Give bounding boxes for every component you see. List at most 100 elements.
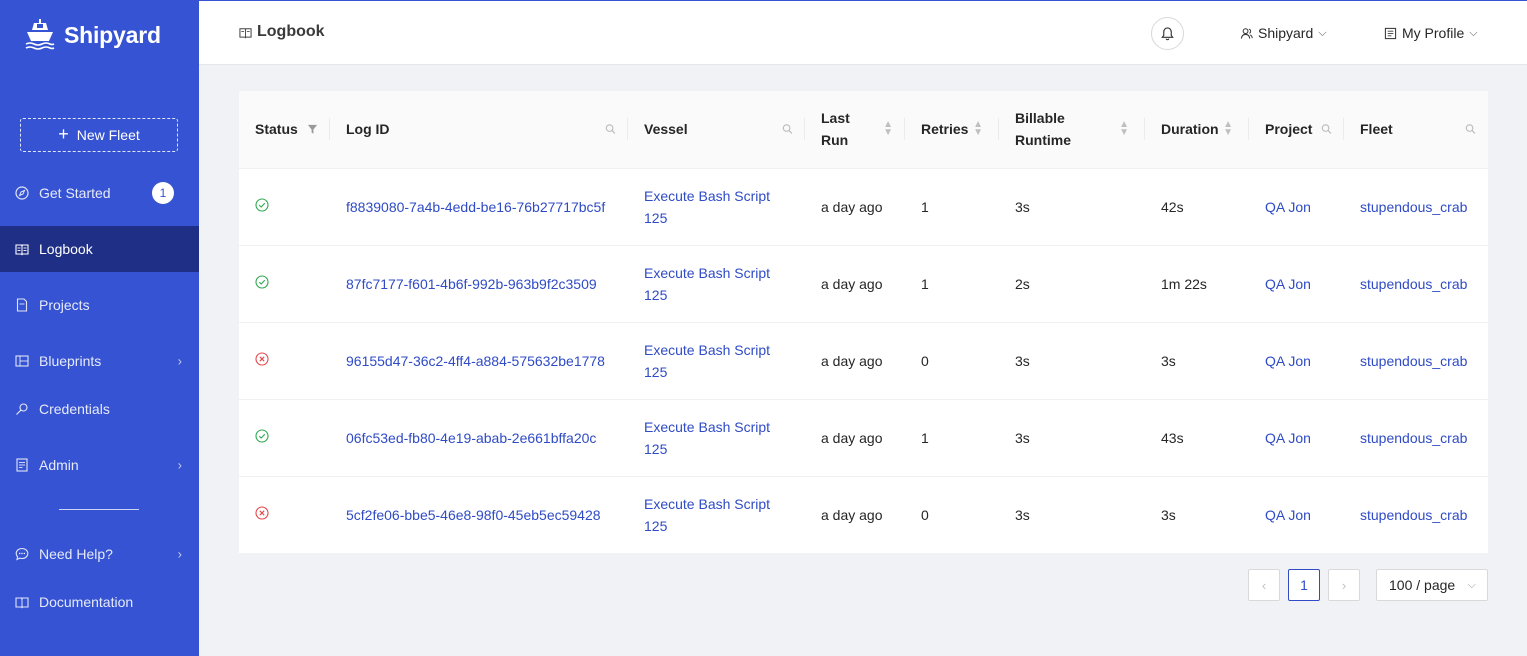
cell-project[interactable]: QA Jon xyxy=(1249,322,1344,400)
column-header-log-id[interactable]: Log ID xyxy=(330,91,628,169)
previous-page-button[interactable]: ‹ xyxy=(1248,569,1280,601)
table-row[interactable]: 5cf2fe06-bbe5-46e8-98f0-45eb5ec59428 Exec… xyxy=(239,476,1488,553)
sidebar: Shipyard + New Fleet Get Started 1 Logbo… xyxy=(0,0,199,656)
log-id-value[interactable]: 87fc7177-f601-4b6f-992b-963b9f2c3509 xyxy=(346,276,597,292)
duration-value: 1m 22s xyxy=(1161,275,1207,292)
fleet-value[interactable]: stupendous_crab xyxy=(1360,507,1467,523)
cell-log-id[interactable]: f8839080-7a4b-4edd-be16-76b27717bc5f xyxy=(330,168,628,246)
cell-vessel[interactable]: Execute Bash Script 125 xyxy=(628,168,805,246)
cell-log-id[interactable]: 87fc7177-f601-4b6f-992b-963b9f2c3509 xyxy=(330,245,628,323)
project-value[interactable]: QA Jon xyxy=(1265,430,1311,446)
vessel-value[interactable]: Execute Bash Script 125 xyxy=(644,265,770,303)
column-header-fleet[interactable]: Fleet xyxy=(1344,91,1488,169)
cell-project[interactable]: QA Jon xyxy=(1249,399,1344,477)
key-icon xyxy=(15,402,29,416)
page-1-button[interactable]: 1 xyxy=(1288,569,1320,601)
cell-vessel[interactable]: Execute Bash Script 125 xyxy=(628,245,805,323)
column-header-project[interactable]: Project xyxy=(1249,91,1344,169)
cell-fleet[interactable]: stupendous_crab xyxy=(1344,322,1488,400)
cell-fleet[interactable]: stupendous_crab xyxy=(1344,245,1488,323)
check-circle-icon xyxy=(255,274,269,289)
vessel-value[interactable]: Execute Bash Script 125 xyxy=(644,419,770,457)
filter-icon[interactable] xyxy=(307,124,318,135)
next-page-button[interactable]: › xyxy=(1328,569,1360,601)
table-row[interactable]: 06fc53ed-fb80-4e19-abab-2e661bffa20c Exec… xyxy=(239,399,1488,477)
ship-logo-icon xyxy=(25,19,55,50)
search-icon[interactable] xyxy=(605,124,616,135)
sidebar-item-get-started[interactable]: Get Started 1 xyxy=(0,170,199,216)
cell-fleet[interactable]: stupendous_crab xyxy=(1344,476,1488,553)
sort-icon[interactable]: ▲ ▼ xyxy=(883,120,893,138)
cell-project[interactable]: QA Jon xyxy=(1249,245,1344,323)
cell-fleet[interactable]: stupendous_crab xyxy=(1344,168,1488,246)
cell-vessel[interactable]: Execute Bash Script 125 xyxy=(628,399,805,477)
notifications-button[interactable] xyxy=(1151,17,1184,50)
column-header-status[interactable]: Status xyxy=(239,91,330,169)
cell-billable-runtime: 3s xyxy=(999,168,1145,246)
table-row[interactable]: f8839080-7a4b-4edd-be16-76b27717bc5f Exec… xyxy=(239,168,1488,246)
project-value[interactable]: QA Jon xyxy=(1265,353,1311,369)
search-icon[interactable] xyxy=(1321,124,1332,135)
table-row[interactable]: 87fc7177-f601-4b6f-992b-963b9f2c3509 Exec… xyxy=(239,245,1488,323)
sidebar-item-credentials[interactable]: Credentials xyxy=(0,386,199,432)
sidebar-item-label: Admin xyxy=(39,457,79,473)
sidebar-item-label: Projects xyxy=(39,297,90,313)
cell-fleet[interactable]: stupendous_crab xyxy=(1344,399,1488,477)
column-label: Retries xyxy=(921,121,969,138)
cell-vessel[interactable]: Execute Bash Script 125 xyxy=(628,322,805,400)
cell-vessel[interactable]: Execute Bash Script 125 xyxy=(628,476,805,553)
cell-project[interactable]: QA Jon xyxy=(1249,168,1344,246)
search-icon[interactable] xyxy=(782,124,793,135)
sidebar-item-label: Get Started xyxy=(39,185,111,201)
notification-badge: 1 xyxy=(152,182,174,204)
log-id-value[interactable]: 96155d47-36c2-4ff4-a884-575632be1778 xyxy=(346,353,605,369)
brand-logo[interactable]: Shipyard xyxy=(24,18,161,52)
table-row[interactable]: 96155d47-36c2-4ff4-a884-575632be1778 Exec… xyxy=(239,322,1488,400)
new-fleet-button[interactable]: + New Fleet xyxy=(20,118,178,152)
vessel-value[interactable]: Execute Bash Script 125 xyxy=(644,188,770,226)
cell-project[interactable]: QA Jon xyxy=(1249,476,1344,553)
page-size-select[interactable]: 100 / page ⌵ xyxy=(1376,569,1488,601)
vessel-value[interactable]: Execute Bash Script 125 xyxy=(644,496,770,534)
last-run-value: a day ago xyxy=(821,275,883,292)
column-header-billable-runtime[interactable]: Billable Runtime ▲ ▼ xyxy=(999,91,1145,169)
log-id-value[interactable]: 06fc53ed-fb80-4e19-abab-2e661bffa20c xyxy=(346,430,596,446)
log-id-value[interactable]: f8839080-7a4b-4edd-be16-76b27717bc5f xyxy=(346,199,605,215)
column-label: Billable Runtime xyxy=(1015,110,1071,149)
log-id-value[interactable]: 5cf2fe06-bbe5-46e8-98f0-45eb5ec59428 xyxy=(346,507,601,523)
project-value[interactable]: QA Jon xyxy=(1265,507,1311,523)
fleet-value[interactable]: stupendous_crab xyxy=(1360,430,1467,446)
cell-retries: 0 xyxy=(905,476,999,553)
project-value[interactable]: QA Jon xyxy=(1265,199,1311,215)
column-header-duration[interactable]: Duration ▲ ▼ xyxy=(1145,91,1249,169)
column-header-retries[interactable]: Retries ▲ ▼ xyxy=(905,91,999,169)
sidebar-item-need-help[interactable]: Need Help? › xyxy=(0,531,199,577)
billable-runtime-value: 3s xyxy=(1015,198,1030,215)
cell-log-id[interactable]: 96155d47-36c2-4ff4-a884-575632be1778 xyxy=(330,322,628,400)
fleet-value[interactable]: stupendous_crab xyxy=(1360,199,1467,215)
sidebar-item-admin[interactable]: Admin › xyxy=(0,442,199,488)
sidebar-item-documentation[interactable]: Documentation xyxy=(0,579,199,625)
column-header-vessel[interactable]: Vessel xyxy=(628,91,805,169)
billable-runtime-value: 3s xyxy=(1015,352,1030,369)
org-menu[interactable]: Shipyard ⌵ xyxy=(1240,25,1327,41)
sort-icon[interactable]: ▲ ▼ xyxy=(1223,120,1233,138)
sort-icon[interactable]: ▲ ▼ xyxy=(973,120,983,138)
sort-icon[interactable]: ▲ ▼ xyxy=(1119,120,1129,138)
cell-log-id[interactable]: 5cf2fe06-bbe5-46e8-98f0-45eb5ec59428 xyxy=(330,476,628,553)
profile-menu[interactable]: My Profile ⌵ xyxy=(1384,25,1478,41)
search-icon[interactable] xyxy=(1465,124,1476,135)
fleet-value[interactable]: stupendous_crab xyxy=(1360,276,1467,292)
vessel-value[interactable]: Execute Bash Script 125 xyxy=(644,342,770,380)
cell-last-run: a day ago xyxy=(805,168,905,246)
doc-icon xyxy=(15,595,29,609)
column-header-last-run[interactable]: Last Run ▲ ▼ xyxy=(805,91,905,169)
fleet-value[interactable]: stupendous_crab xyxy=(1360,353,1467,369)
cell-log-id[interactable]: 06fc53ed-fb80-4e19-abab-2e661bffa20c xyxy=(330,399,628,477)
project-value[interactable]: QA Jon xyxy=(1265,276,1311,292)
sidebar-item-blueprints[interactable]: Blueprints › xyxy=(0,338,199,384)
sidebar-item-logbook[interactable]: Logbook xyxy=(0,226,199,272)
sidebar-item-projects[interactable]: Projects xyxy=(0,282,199,328)
cell-billable-runtime: 2s xyxy=(999,245,1145,323)
plus-icon: + xyxy=(58,124,69,144)
